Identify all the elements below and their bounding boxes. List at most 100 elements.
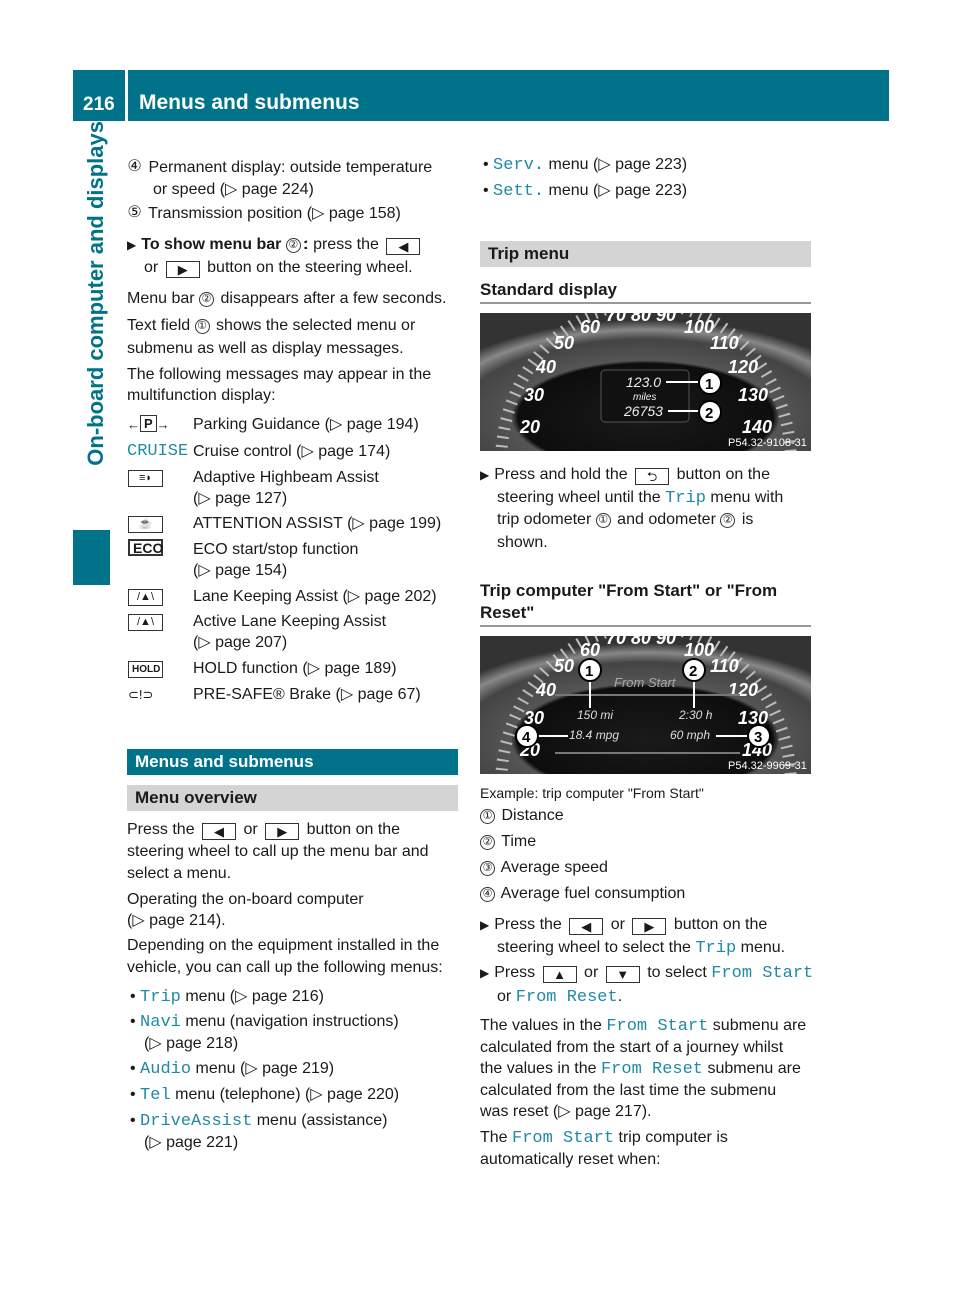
cruise-icon: CRUISE — [127, 442, 189, 461]
menu-list-item: • Audio menu (▷ page 219) — [130, 1060, 335, 1079]
callout-5: ⑤ — [127, 204, 142, 221]
callout-1: ① — [595, 513, 611, 528]
right-button-icon: ▶ — [632, 918, 667, 935]
message-text: (▷ page 207) — [193, 634, 288, 651]
svg-text:120: 120 — [728, 680, 758, 700]
step-text-line: steering wheel to select the Trip menu. — [497, 939, 786, 958]
message-text: HOLD function (▷ page 189) — [193, 660, 397, 677]
instruction-step: ▶ Press the ◀ or ▶ button on the — [480, 916, 768, 935]
menu-list-item: • Trip menu (▷ page 216) — [130, 988, 324, 1007]
message-text: ECO start/stop function — [193, 541, 359, 558]
menu-list-item: • DriveAssist menu (assistance) — [130, 1112, 388, 1131]
svg-text:120: 120 — [728, 357, 758, 377]
message-text: (▷ page 154) — [193, 562, 288, 579]
page-number: 216 — [73, 70, 125, 121]
lane-keeping-icon: /▲\ — [128, 586, 163, 608]
paragraph: (▷ page 214). — [127, 912, 226, 929]
svg-text:70 80 90: 70 80 90 — [606, 313, 676, 325]
message-text: PRE-SAFE® Brake (▷ page 67) — [193, 686, 421, 703]
step-text-line: steering wheel until the Trip menu with — [497, 489, 784, 508]
paragraph: vehicle, you can call up the following m… — [127, 959, 443, 976]
step-text: : press the — [304, 236, 379, 253]
svg-text:3: 3 — [754, 729, 762, 746]
svg-text:1: 1 — [705, 376, 713, 393]
eco-icon: ECO — [128, 539, 163, 561]
legend-item: ③ Average speed — [480, 857, 608, 879]
subsection-heading: Menu overview — [127, 785, 458, 811]
section-heading: Menus and submenus — [127, 749, 458, 775]
paragraph: Text field ① shows the selected menu or — [127, 317, 416, 334]
instrument-cluster-trip-computer: 20 30 40 50 60 70 80 90 100 110 120 130 140 From S… — [480, 636, 811, 774]
instruction-step: ▶ Press and hold the ⮌ button on the — [480, 466, 770, 485]
paragraph: Depending on the equipment installed in … — [127, 937, 440, 954]
highbeam-icon: ≡◗ — [128, 467, 163, 489]
hold-icon: HOLD — [128, 658, 163, 680]
step-text: button on the steering wheel. — [207, 259, 413, 276]
up-button-icon: ▲ — [542, 966, 577, 983]
menu-list-item: • Tel menu (telephone) (▷ page 220) — [130, 1086, 400, 1105]
step-text-line: or ▶ button on the steering wheel. — [144, 257, 413, 279]
callout-2: ② — [720, 513, 736, 528]
paragraph: the values in the From Reset submenu are — [480, 1060, 801, 1079]
legend-item: ① Distance — [480, 805, 564, 827]
step-arrow-icon: ▶ — [127, 238, 137, 252]
paragraph: Menu bar ② disappears after a few second… — [127, 290, 447, 307]
svg-text:140: 140 — [742, 417, 772, 437]
step-text: or — [144, 259, 159, 276]
figure-code: P54.32-9108-31 — [728, 437, 807, 449]
odometer-value: 26753 — [623, 403, 663, 419]
item-5: ⑤ Transmission position (▷ page 158) — [127, 203, 401, 225]
figure-code: P54.32-9969-31 — [728, 760, 807, 772]
paragraph: Press the ◀ or ▶ button on the — [127, 821, 401, 840]
svg-text:40: 40 — [535, 680, 556, 700]
right-button-icon: ▶ — [265, 823, 300, 840]
svg-text:2: 2 — [705, 405, 713, 422]
right-button-icon: ▶ — [165, 261, 200, 278]
paragraph: submenu as well as display messages. — [127, 340, 404, 357]
subsection-subheading-line2: Reset" — [480, 602, 811, 627]
step-text-line: or From Reset. — [497, 988, 623, 1007]
paragraph: calculated from the last time the submen… — [480, 1082, 777, 1099]
svg-text:50: 50 — [554, 333, 574, 353]
back-button-icon: ⮌ — [635, 468, 670, 485]
message-text: ATTENTION ASSIST (▷ page 199) — [193, 515, 442, 532]
step-text-line: trip odometer ① and odometer ② is — [497, 511, 754, 528]
trip-computer-title: From Start — [614, 675, 677, 690]
parking-p-icon: P — [140, 415, 157, 432]
svg-text:130: 130 — [738, 385, 768, 405]
time-value: 2:30 h — [678, 708, 713, 722]
paragraph: calculated from the start of a journey w… — [480, 1039, 784, 1056]
subsection-subheading: Standard display — [480, 279, 811, 304]
message-text: Cruise control (▷ page 174) — [193, 443, 391, 460]
paragraph: Operating the on-board computer — [127, 891, 364, 908]
item-text: Permanent display: outside temperature — [148, 159, 433, 176]
step-title: To show menu bar — [141, 236, 282, 253]
subsection-subheading: Trip computer "From Start" or "From — [480, 581, 778, 600]
left-button-icon: ◀ — [386, 238, 421, 255]
legend-item: ④ Average fuel consumption — [480, 883, 685, 905]
step-arrow-icon: ▶ — [480, 468, 490, 482]
figure-caption: Example: trip computer "From Start" — [480, 785, 704, 801]
coffee-cup-icon: ☕ — [128, 513, 163, 535]
menu-list-item-text: (▷ page 221) — [144, 1134, 239, 1151]
step-arrow-icon: ▶ — [480, 918, 490, 932]
step-text-line: shown. — [497, 534, 548, 551]
svg-text:70 80 90: 70 80 90 — [606, 636, 676, 648]
svg-text:110: 110 — [710, 333, 739, 353]
svg-text:60: 60 — [580, 640, 600, 660]
paragraph: steering wheel to call up the menu bar a… — [127, 843, 429, 860]
menu-list-item-text: (▷ page 218) — [144, 1035, 239, 1052]
svg-text:110: 110 — [710, 656, 739, 676]
message-text: Adaptive Highbeam Assist — [193, 469, 379, 486]
left-button-icon: ◀ — [202, 823, 237, 840]
speed-value: 60 mph — [670, 728, 710, 742]
svg-text:2: 2 — [689, 663, 697, 680]
message-text: Parking Guidance (▷ page 194) — [193, 416, 419, 433]
step-arrow-icon: ▶ — [480, 966, 490, 980]
paragraph: select a menu. — [127, 865, 232, 882]
paragraph: The values in the From Start submenu are — [480, 1017, 807, 1036]
side-tab-marker — [73, 530, 110, 585]
callout-1: ① — [194, 319, 210, 334]
instrument-cluster-standard-display: 20 30 40 50 60 70 80 90 100 110 120 130 140 123.0 … — [480, 313, 811, 451]
message-text: Active Lane Keeping Assist — [193, 613, 387, 630]
